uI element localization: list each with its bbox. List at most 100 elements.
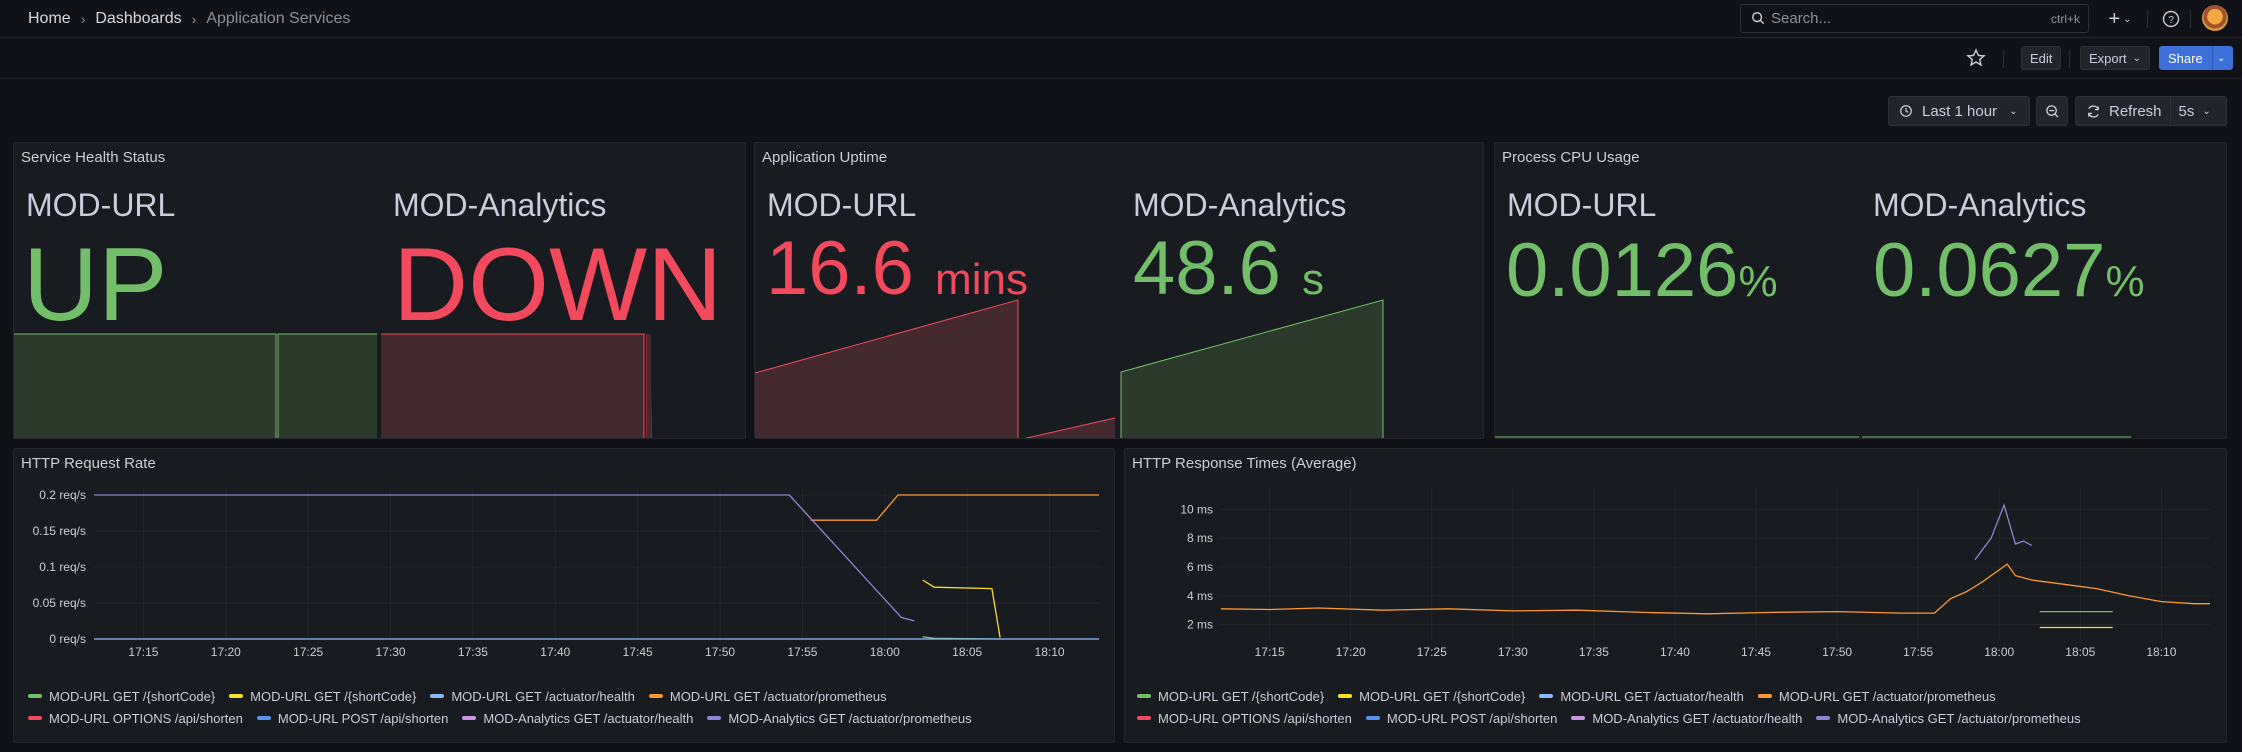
legend-item[interactable]: MOD-URL POST /api/shorten [256, 707, 448, 729]
series-line [94, 494, 915, 622]
breadcrumb-current: Application Services [206, 9, 351, 27]
stat-unit: % [1738, 257, 1778, 306]
y-tick-label: 0.15 req/s [33, 524, 86, 538]
legend-item[interactable]: MOD-URL GET /{shortCode} [1137, 685, 1324, 707]
panel-http-request-rate: HTTP Request Rate 0 req/s 0.05 req/s 0.1 r… [13, 448, 1115, 743]
share-button[interactable]: Share [2159, 46, 2212, 70]
legend-label: MOD-URL GET /actuator/health [451, 688, 635, 704]
search-input[interactable]: Search... ctrl+k [1740, 4, 2089, 33]
legend-label: MOD-Analytics GET /actuator/prometheus [728, 710, 972, 726]
legend-label: MOD-Analytics GET /actuator/health [1592, 710, 1803, 726]
svg-text:?: ? [2168, 15, 2174, 26]
edit-button[interactable]: Edit [2021, 46, 2062, 70]
legend-item[interactable]: MOD-Analytics GET /actuator/health [1571, 707, 1802, 729]
legend-item[interactable]: MOD-URL OPTIONS /api/shorten [28, 707, 243, 729]
legend-label: MOD-URL OPTIONS /api/shorten [1158, 710, 1352, 726]
x-tick-label: 17:15 [1255, 645, 1285, 659]
search-placeholder: Search... [1771, 10, 1832, 27]
divider [2147, 10, 2148, 28]
divider [2069, 50, 2070, 68]
y-tick-label: 0.05 req/s [33, 596, 86, 610]
x-tick-label: 17:40 [540, 645, 570, 659]
stat-name: MOD-Analytics [1133, 187, 1347, 223]
zoom-out-button[interactable] [2036, 96, 2068, 126]
stat-value: 0.0126 [1506, 228, 1739, 313]
stat-value: 0.0627 [1873, 228, 2106, 313]
breadcrumb-separator-icon: › [80, 10, 86, 27]
x-tick-label: 17:20 [1336, 645, 1366, 659]
panel-http-response-times: HTTP Response Times (Average) 2 ms 4 ms 6 … [1124, 448, 2227, 743]
legend-swatch [1571, 716, 1586, 720]
legend-swatch [430, 694, 445, 698]
legend-swatch [1137, 694, 1151, 698]
breadcrumb-home[interactable]: Home [28, 10, 71, 28]
share-dropdown-button[interactable]: ⌄ [2212, 46, 2233, 70]
request-rate-chart: 0 req/s 0.05 req/s 0.1 req/s 0.15 req/s 0.2 … [33, 487, 1099, 659]
clock-icon [1900, 105, 1912, 117]
panel-process-cpu: Process CPU Usage MOD-URL 0.0126% MOD-An… [1494, 142, 2227, 439]
legend-label: MOD-Analytics GET /actuator/health [483, 710, 694, 726]
y-tick-label: 8 ms [1187, 531, 1213, 545]
plus-icon: + [2108, 7, 2121, 30]
refresh-interval: 5s [2178, 102, 2195, 120]
legend-swatch [707, 716, 722, 720]
time-range-picker[interactable]: Last 1 hour ⌄ [1888, 96, 2030, 126]
stat-name: MOD-URL [26, 187, 176, 223]
x-tick-label: 17:15 [128, 645, 158, 659]
legend-item[interactable]: MOD-URL POST /api/shorten [1365, 707, 1558, 729]
export-button[interactable]: Export ⌄ [2080, 46, 2150, 70]
divider [2003, 50, 2004, 68]
legend-item[interactable]: MOD-URL GET /actuator/prometheus [1757, 685, 1996, 707]
chevron-down-icon: ⌄ [2123, 13, 2132, 25]
legend-item[interactable]: MOD-URL GET /actuator/health [430, 685, 635, 707]
y-tick-label: 0.1 req/s [39, 560, 86, 574]
x-tick-label: 18:05 [952, 645, 982, 659]
breadcrumb-separator-icon: › [191, 10, 197, 27]
y-tick-label: 2 ms [1187, 618, 1213, 632]
chart-legend: MOD-URL GET /{shortCode} MOD-URL GET /{sh… [28, 685, 1108, 729]
chevron-down-icon: ⌄ [2132, 52, 2141, 64]
legend-item[interactable]: MOD-URL GET /{shortCode} [28, 685, 215, 707]
series-line [1220, 563, 2210, 615]
panel-title: Application Uptime [762, 149, 888, 166]
x-tick-label: 17:30 [1498, 645, 1528, 659]
add-button[interactable]: + ⌄ [2100, 6, 2140, 32]
legend-label: MOD-URL GET /{shortCode} [250, 688, 417, 704]
search-icon [1752, 12, 1765, 25]
help-icon[interactable]: ? [2160, 8, 2182, 30]
stat-value: DOWN [393, 227, 723, 343]
legend-label: MOD-URL GET /{shortCode} [1158, 688, 1325, 704]
legend-label: MOD-URL POST /api/shorten [1386, 710, 1558, 726]
legend-item[interactable]: MOD-URL GET /{shortCode} [229, 685, 416, 707]
legend-item[interactable]: MOD-URL GET /{shortCode} [1338, 685, 1525, 707]
sparkline [1495, 436, 2131, 438]
x-tick-label: 17:45 [1741, 645, 1771, 659]
panel-title: HTTP Request Rate [21, 455, 156, 472]
legend-swatch [1365, 716, 1380, 720]
edit-label: Edit [2030, 50, 2053, 66]
x-tick-label: 17:55 [787, 645, 817, 659]
divider [2169, 97, 2171, 125]
x-tick-label: 17:25 [293, 645, 323, 659]
refresh-icon [2088, 104, 2099, 118]
legend-swatch [1137, 716, 1151, 720]
refresh-picker[interactable]: Refresh 5s ⌄ [2075, 96, 2227, 126]
star-icon[interactable] [1966, 48, 1986, 68]
stat-unit: % [2105, 257, 2145, 306]
avatar[interactable] [2202, 5, 2228, 31]
legend-item[interactable]: MOD-Analytics GET /actuator/prometheus [707, 707, 972, 729]
y-tick-label: 10 ms [1180, 502, 1213, 516]
legend-item[interactable]: MOD-Analytics GET /actuator/prometheus [1816, 707, 2081, 729]
legend-item[interactable]: MOD-Analytics GET /actuator/health [462, 707, 693, 729]
stat-value-wrap: 0.0627% [1873, 233, 2145, 309]
legend-item[interactable]: MOD-URL OPTIONS /api/shorten [1137, 707, 1352, 729]
legend-item[interactable]: MOD-URL GET /actuator/health [1539, 685, 1744, 707]
time-range-label: Last 1 hour [1922, 102, 1998, 120]
stat-name: MOD-URL [767, 187, 917, 223]
share-label: Share [2168, 50, 2203, 66]
series-line [922, 579, 1001, 638]
breadcrumb-dashboards[interactable]: Dashboards [95, 10, 181, 28]
legend-item[interactable]: MOD-URL GET /actuator/prometheus [648, 685, 887, 707]
sparkline [755, 299, 1384, 438]
divider [2190, 10, 2191, 28]
